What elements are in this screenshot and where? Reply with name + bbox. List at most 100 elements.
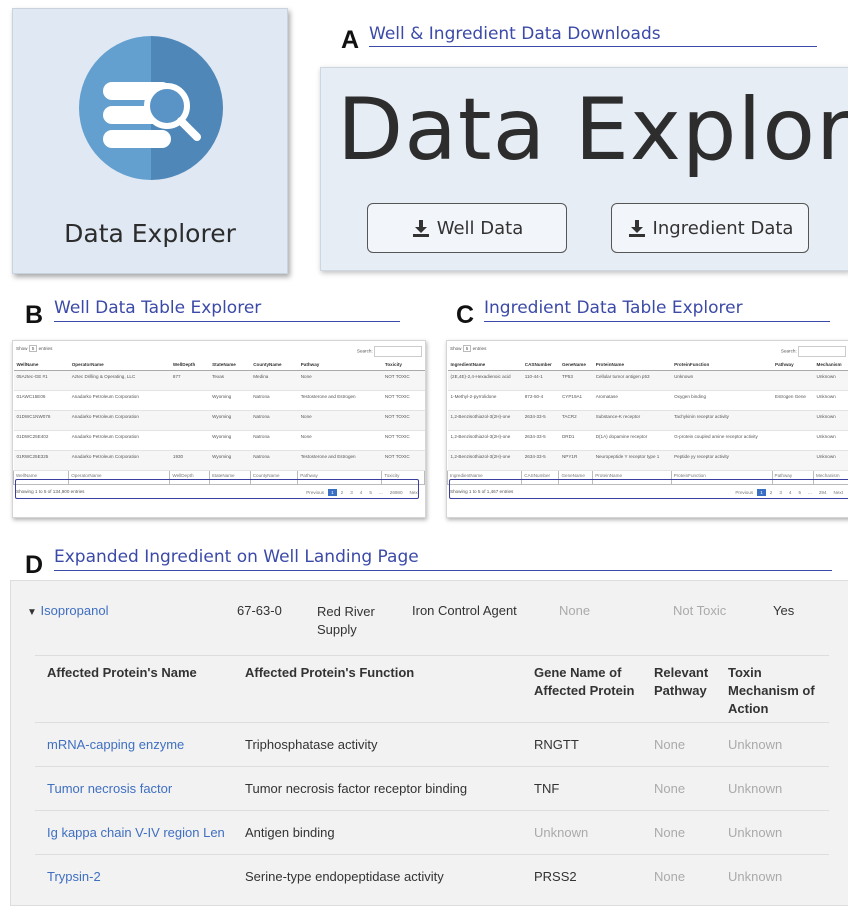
- table-cell: 01RWC25E325: [14, 451, 69, 471]
- gene-name: PRSS2: [534, 869, 577, 884]
- column-header[interactable]: WellDepth: [170, 359, 209, 371]
- search-input[interactable]: [374, 346, 422, 357]
- column-header[interactable]: WellName: [14, 359, 69, 371]
- entries-label: entries: [39, 346, 53, 351]
- well-data-download-button[interactable]: Well Data: [367, 203, 567, 253]
- table-cell: TACR2: [559, 411, 593, 431]
- table-cell: [772, 431, 814, 451]
- column-header[interactable]: ProteinName: [593, 359, 671, 371]
- column-header[interactable]: Pathway: [772, 359, 814, 371]
- section-d-rule: [54, 570, 832, 571]
- table-row: 01DWC25E402Anadarko Petroleum Corporatio…: [14, 431, 425, 451]
- table-cell: 1930: [170, 451, 209, 471]
- table-cell: 01DWC25E402: [14, 431, 69, 451]
- table-row: 1,2-Benzisothiazol-3(2H)-one2634-33-5DRD…: [448, 431, 848, 451]
- protein-name-link[interactable]: Trypsin-2: [47, 869, 101, 884]
- table-cell: Anadarko Petroleum Corporation: [69, 391, 170, 411]
- search-input[interactable]: [798, 346, 846, 357]
- table-cell: Anadarko Petroleum Corporation: [69, 431, 170, 451]
- logo-card: Data Explorer: [12, 8, 288, 274]
- table-cell: [170, 411, 209, 431]
- table-cell: 05Aztec-GE #1: [14, 371, 69, 391]
- protein-name-link[interactable]: Ig kappa chain V-IV region Len: [47, 825, 225, 840]
- table-cell: D(1A) dopamine receptor: [593, 431, 671, 451]
- table-cell: Peptide yy receptor activity: [671, 451, 772, 471]
- column-header[interactable]: CountyName: [250, 359, 297, 371]
- column-header[interactable]: OperatorName: [69, 359, 170, 371]
- table-cell: 01AWC15E06: [14, 391, 69, 411]
- table-row: 01AWC15E06Anadarko Petroleum Corporation…: [14, 391, 425, 411]
- column-header[interactable]: Pathway: [298, 359, 382, 371]
- ingredient-cas: 67-63-0: [237, 603, 282, 618]
- section-b-rule: [54, 321, 400, 322]
- gene-name: RNGTT: [534, 737, 579, 752]
- column-header[interactable]: ProteinFunction: [671, 359, 772, 371]
- entries-length-control[interactable]: Show 5 entries: [16, 346, 52, 357]
- row-divider: [35, 810, 829, 811]
- header-pathway-line-2: Pathway: [654, 683, 707, 698]
- table-cell: Unknown: [671, 371, 772, 391]
- download-icon: [627, 218, 647, 238]
- gene-name: TNF: [534, 781, 559, 796]
- toxin-mechanism: Unknown: [728, 781, 782, 796]
- header-gene-line-1: Gene Name of: [534, 665, 621, 680]
- well-table: WellNameOperatorNameWellDepthStateNameCo…: [13, 359, 425, 485]
- explorer-title: Data Explorer: [337, 80, 848, 180]
- table-cell: NOT TOXIC: [382, 411, 425, 431]
- column-header[interactable]: Toxicity: [382, 359, 425, 371]
- ingredient-name-link[interactable]: Isopropanol: [41, 603, 109, 618]
- column-header[interactable]: IngredientName: [448, 359, 522, 371]
- table-row: 01RWC25E325Anadarko Petroleum Corporatio…: [14, 451, 425, 471]
- entries-length-control[interactable]: Show 5 entries: [450, 346, 486, 357]
- header-pathway-line-1: Relevant: [654, 665, 708, 680]
- table-cell: Cellular tumor antigen p53: [593, 371, 671, 391]
- column-header[interactable]: Mechanism: [814, 359, 848, 371]
- relevant-pathway: None: [654, 737, 685, 752]
- protein-name-link[interactable]: Tumor necrosis factor: [47, 781, 172, 796]
- search-label: Search:: [781, 349, 797, 354]
- header-protein-function: Affected Protein's Function: [245, 664, 414, 682]
- table-cell: Tachykinin receptor activity: [671, 411, 772, 431]
- table-cell: Unknown: [814, 371, 848, 391]
- table-cell: Estrogen Gene: [772, 391, 814, 411]
- table-cell: (2E,4E)-2,4-Hexadienoic acid: [448, 371, 522, 391]
- protein-function: Serine-type endopeptidase activity: [245, 869, 444, 884]
- table-cell: Texas: [209, 371, 250, 391]
- column-header[interactable]: CASNumber: [522, 359, 559, 371]
- table-cell: 2634-33-5: [522, 451, 559, 471]
- show-label: Show: [16, 346, 28, 351]
- relevant-pathway: None: [654, 869, 685, 884]
- ingredient-supplier: Red River Supply: [317, 603, 375, 639]
- table-cell: None: [298, 371, 382, 391]
- show-select[interactable]: 5: [29, 345, 38, 352]
- table-cell: 877: [170, 371, 209, 391]
- ingredient-toggle[interactable]: ▼ Isopropanol: [27, 603, 108, 618]
- table-cell: 872-50-4: [522, 391, 559, 411]
- show-select[interactable]: 5: [463, 345, 472, 352]
- table-cell: Unknown: [814, 411, 848, 431]
- table-cell: Natrona: [250, 451, 297, 471]
- protein-name-link[interactable]: mRNA-capping enzyme: [47, 737, 184, 752]
- well-table-explorer: Show 5 entries Search: WellNameOperatorN…: [12, 340, 426, 518]
- column-header[interactable]: StateName: [209, 359, 250, 371]
- table-cell: Anadarko Petroleum Corporation: [69, 411, 170, 431]
- table-row: 1-Methyl-2-pyrrolidone872-50-4CYP19A1Aro…: [448, 391, 848, 411]
- row-divider: [35, 766, 829, 767]
- table-cell: Oxygen binding: [671, 391, 772, 411]
- table-row: 1,2-Benzisothiazol-3(2H)-one2634-33-5NPY…: [448, 451, 848, 471]
- table-cell: Natrona: [250, 391, 297, 411]
- toxin-mechanism: Unknown: [728, 869, 782, 884]
- ingredient-data-label: Ingredient Data: [653, 218, 794, 239]
- column-header[interactable]: GeneName: [559, 359, 593, 371]
- table-cell: CYP19A1: [559, 391, 593, 411]
- header-mech-line-3: Action: [728, 701, 768, 716]
- table-cell: [772, 371, 814, 391]
- toxin-mechanism: Unknown: [728, 825, 782, 840]
- search-label: Search:: [357, 349, 373, 354]
- protein-function: Triphosphatase activity: [245, 737, 377, 752]
- table-cell: None: [298, 431, 382, 451]
- table-row: 1,2-Benzisothiazol-3(2H)-one2634-33-5TAC…: [448, 411, 848, 431]
- gene-name: Unknown: [534, 825, 588, 840]
- ingredient-data-download-button[interactable]: Ingredient Data: [611, 203, 809, 253]
- section-c-letter: C: [456, 301, 474, 330]
